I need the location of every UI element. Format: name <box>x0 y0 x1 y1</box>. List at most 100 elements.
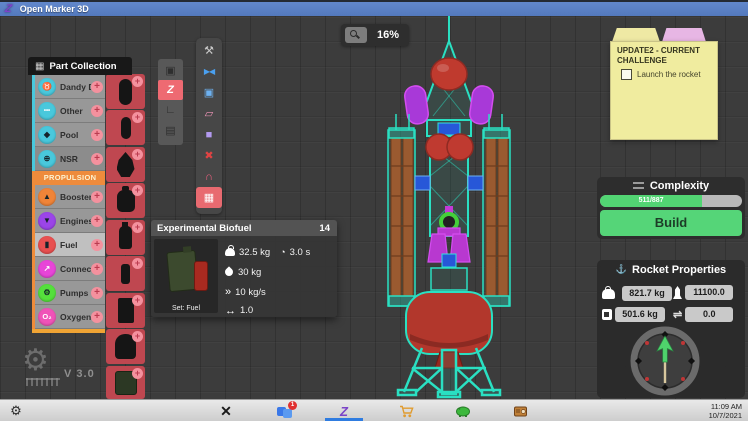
burn-time-value: 3.0 s <box>290 247 311 258</box>
sidebar-footer-strip <box>32 329 105 333</box>
workshop-button[interactable]: ✕ <box>212 400 240 421</box>
capacity-value: 30 kg <box>238 267 261 278</box>
add-part-button[interactable]: + <box>132 331 143 342</box>
layers-tool-button[interactable]: ▤ <box>158 120 183 140</box>
add-part-button[interactable]: + <box>132 185 143 196</box>
sheet-tool-button[interactable]: ▦ <box>196 187 222 208</box>
fuel-icon: ▮ <box>38 236 56 254</box>
version-label: V 3.0 <box>64 368 95 380</box>
part-tile[interactable]: + <box>106 74 145 109</box>
part-tile[interactable]: + <box>106 220 145 255</box>
connector-icon: ↗ <box>38 260 56 278</box>
flow-value: 10 kg/s <box>235 287 266 298</box>
add-category-button[interactable]: + <box>91 239 103 251</box>
game-screen: Z Open Marker 3D 16% ▦ Part Collection ♉… <box>0 0 748 421</box>
red-canister-image <box>194 261 208 291</box>
sidebar-item-engines[interactable]: ▼ Engines + <box>35 209 105 233</box>
complexity-progress-label: 511/887 <box>600 195 702 207</box>
pool-icon: ◆ <box>38 126 56 144</box>
part-tile[interactable]: + <box>106 256 145 291</box>
note-tab-pink[interactable] <box>662 28 706 42</box>
category-label: Pool <box>60 130 91 140</box>
add-category-button[interactable]: + <box>91 153 103 165</box>
add-category-button[interactable]: + <box>91 287 103 299</box>
magnet-tool-button[interactable]: ∩ <box>196 166 222 187</box>
deer-icon: ♉ <box>38 78 56 96</box>
clock-date: 10/7/2021 <box>709 411 742 420</box>
rocket-canvas[interactable] <box>378 16 518 399</box>
sheet-icon: ▦ <box>204 191 214 204</box>
mass-value: 32.5 kg <box>239 247 270 258</box>
part-tile-experimental-biofuel[interactable]: + <box>106 366 145 399</box>
add-part-button[interactable]: + <box>132 149 143 160</box>
eraser-tool-button[interactable]: ▱ <box>196 103 222 124</box>
fuel-tank-silhouette <box>121 264 130 284</box>
delete-tool-button[interactable]: ✖ <box>196 145 222 166</box>
category-label: Connectors <box>60 264 91 274</box>
sidebar-item-boosters[interactable]: ▲ Boosters + <box>35 185 105 209</box>
add-category-button[interactable]: + <box>91 311 103 323</box>
part-tile[interactable]: + <box>106 293 145 328</box>
mass-field: 821.7 kg <box>622 286 672 301</box>
z-tool-button[interactable]: Z <box>158 80 183 100</box>
part-tile[interactable]: + <box>106 329 145 364</box>
build-button[interactable]: Build <box>600 210 742 236</box>
part-tooltip: Experimental Biofuel 14 Set: Fuel 32.5 k… <box>151 220 337 317</box>
cube-icon: ■ <box>206 129 213 141</box>
part-count: 14 <box>319 223 330 234</box>
zoom-in-button[interactable] <box>345 27 367 43</box>
add-category-button[interactable]: + <box>91 129 103 141</box>
add-part-button[interactable]: + <box>132 112 143 123</box>
delete-icon: ✖ <box>204 149 213 162</box>
frame-tool-button[interactable]: ▣ <box>158 60 183 80</box>
part-collection-header: ▦ Part Collection <box>28 57 132 75</box>
add-category-button[interactable]: + <box>91 191 103 203</box>
social-button[interactable]: 1 <box>274 400 302 421</box>
window-title: Open Marker 3D <box>20 4 89 14</box>
tooltip-body: Set: Fuel 32.5 kg ◔ 3.0 s 30 kg » 10 kg/… <box>151 236 337 317</box>
sidebar-item-nsr[interactable]: ⊕ NSR + <box>35 147 105 171</box>
add-part-button[interactable]: + <box>132 76 143 87</box>
sidebar-item-fuel[interactable]: ▮ Fuel + <box>35 233 105 257</box>
hammer-icon: ⚒ <box>204 44 214 57</box>
flip-tool-button[interactable]: ▶◀ <box>196 61 222 82</box>
sidebar-item-pool[interactable]: ◆ Pool + <box>35 123 105 147</box>
sidebar-item-connectors[interactable]: ↗ Connectors + <box>35 257 105 281</box>
sidebar-item-oxygen[interactable]: O₂ Oxygen + <box>35 305 105 329</box>
globe-icon: ⊕ <box>38 150 56 168</box>
task-checkbox[interactable] <box>621 69 632 80</box>
category-label: Boosters <box>60 192 91 202</box>
engine-icon: ▼ <box>38 212 56 230</box>
add-part-button[interactable]: + <box>132 258 143 269</box>
add-category-button[interactable]: + <box>91 263 103 275</box>
part-tile[interactable]: + <box>106 110 145 145</box>
radio-button[interactable] <box>508 400 532 421</box>
path-tool-button[interactable]: ∟ <box>158 100 183 120</box>
add-part-button[interactable]: + <box>132 295 143 306</box>
settings-button[interactable]: ⚙ <box>4 400 28 421</box>
add-category-button[interactable]: + <box>91 105 103 117</box>
add-part-button[interactable]: + <box>132 368 143 379</box>
bank-button[interactable] <box>451 400 475 421</box>
add-category-button[interactable]: + <box>91 81 103 93</box>
zoom-control: 16% <box>341 24 409 46</box>
add-part-button[interactable]: + <box>132 222 143 233</box>
part-tile[interactable]: + <box>106 147 145 182</box>
add-category-button[interactable]: + <box>91 215 103 227</box>
copy-tool-button[interactable]: ▣ <box>196 82 222 103</box>
zoom-level: 16% <box>367 29 409 41</box>
shop-button[interactable] <box>394 400 418 421</box>
crossed-tools-icon: ✕ <box>220 403 232 420</box>
challenge-note: UPDATE2 - CURRENT CHALLENGE Launch the r… <box>610 41 718 140</box>
wrench-tool-button[interactable]: ⚒ <box>196 40 222 61</box>
sidebar-item-dandy-deer[interactable]: ♉ Dandy Deer + <box>35 75 105 99</box>
size-value: 1.0 <box>240 305 253 316</box>
jerrycan-icon <box>602 309 612 320</box>
sidebar-item-other[interactable]: ••• Other + <box>35 99 105 123</box>
complexity-icon <box>633 182 644 190</box>
note-tab-yellow[interactable] <box>612 28 660 42</box>
part-tile[interactable]: + <box>106 183 145 218</box>
cube-tool-button[interactable]: ■ <box>196 124 222 145</box>
part-collection-title: Part Collection <box>49 61 116 72</box>
sidebar-item-pumps[interactable]: ⚙ Pumps + <box>35 281 105 305</box>
